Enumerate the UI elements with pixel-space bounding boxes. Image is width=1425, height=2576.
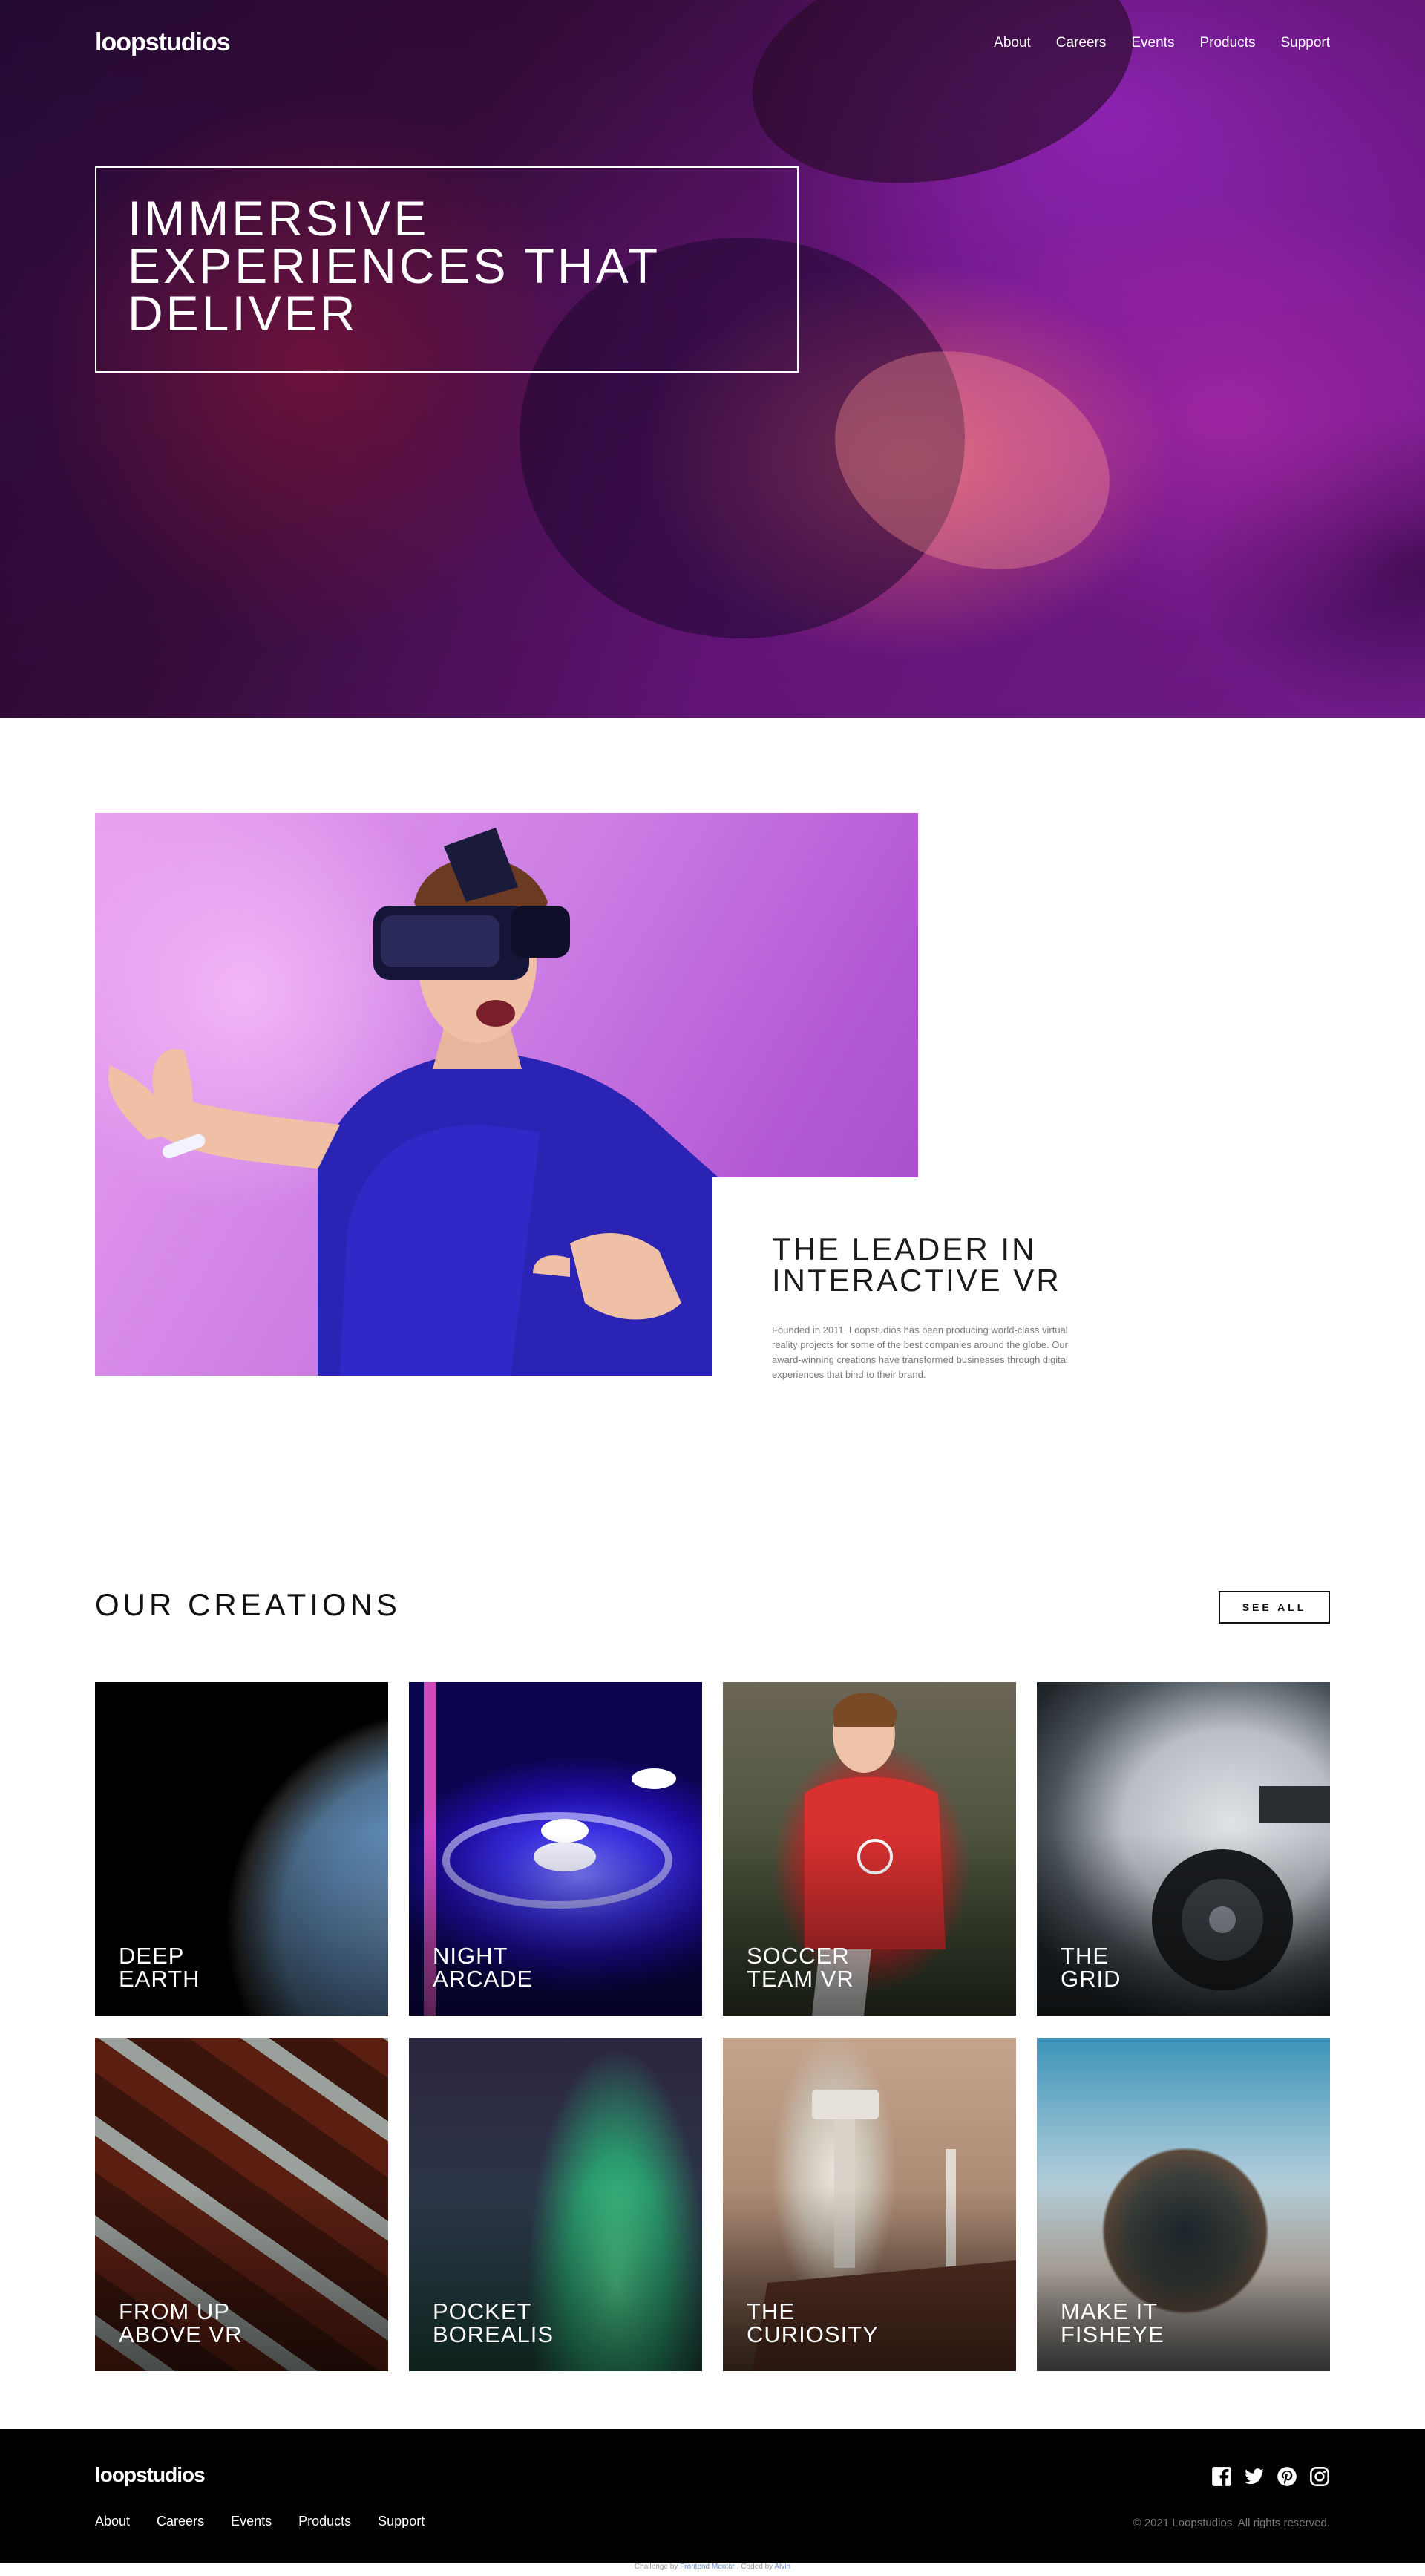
creation-card-night-arcade[interactable]: Night arcade bbox=[409, 1682, 702, 2016]
card-title-line: The bbox=[1061, 1943, 1109, 1969]
intro-text: Founded in 2011, Loopstudios has been pr… bbox=[772, 1324, 1068, 1380]
card-title-line: Pocket bbox=[433, 2298, 532, 2324]
intro-title-line: interactive VR bbox=[772, 1263, 1061, 1298]
creation-card-title: Soccer team VR bbox=[747, 1944, 854, 1990]
card-title-line: arcade bbox=[433, 1966, 534, 1992]
see-all-button[interactable]: See all bbox=[1219, 1591, 1330, 1624]
card-title-line: Night bbox=[433, 1943, 508, 1969]
creation-card-pocket-borealis[interactable]: Pocket borealis bbox=[409, 2038, 702, 2371]
creation-card-soccer-team-vr[interactable]: Soccer team VR bbox=[723, 1682, 1016, 2016]
attribution-prefix: Challenge by bbox=[634, 2563, 678, 2571]
card-title-line: Soccer bbox=[747, 1943, 850, 1969]
hero-title: Immersive experiences that deliver bbox=[128, 191, 764, 341]
creation-card-title: Pocket borealis bbox=[433, 2300, 554, 2346]
creation-card-title: Make it fisheye bbox=[1061, 2300, 1164, 2346]
creation-card-the-grid[interactable]: The grid bbox=[1037, 1682, 1330, 2016]
creation-card-deep-earth[interactable]: Deep earth bbox=[95, 1682, 388, 2016]
footer-logo[interactable]: loopstudios bbox=[95, 2463, 206, 2487]
hero-title-line: experiences that bbox=[128, 238, 661, 293]
card-title-line: From up bbox=[119, 2298, 230, 2324]
card-title-line: team VR bbox=[747, 1966, 854, 1992]
pinterest-icon[interactable] bbox=[1277, 2466, 1297, 2487]
card-title-line: earth bbox=[119, 1966, 200, 1992]
instagram-icon[interactable] bbox=[1309, 2466, 1330, 2487]
footer-link-careers[interactable]: Careers bbox=[157, 2514, 204, 2529]
creation-card-make-it-fisheye[interactable]: Make it fisheye bbox=[1037, 2038, 1330, 2371]
hero-title-box: Immersive experiences that deliver bbox=[95, 166, 799, 373]
copyright-text: © 2021 Loopstudios. All rights reserved. bbox=[1133, 2517, 1330, 2529]
main-nav: About Careers Events Products Support bbox=[969, 35, 1330, 51]
hero-title-line: deliver bbox=[128, 286, 358, 341]
card-title-line: fisheye bbox=[1061, 2321, 1164, 2347]
creation-card-title: Deep earth bbox=[119, 1944, 200, 1990]
creation-card-the-curiosity[interactable]: The curiosity bbox=[723, 2038, 1016, 2371]
footer-link-support[interactable]: Support bbox=[378, 2514, 425, 2529]
card-title-line: above VR bbox=[119, 2321, 243, 2347]
attribution-mid: . Coded by bbox=[736, 2563, 773, 2571]
nav-link-support[interactable]: Support bbox=[1280, 35, 1330, 51]
intro-card: The leader in interactive VR Founded in … bbox=[712, 1177, 1128, 1400]
card-title-line: Make it bbox=[1061, 2298, 1159, 2324]
creation-card-title: The curiosity bbox=[747, 2300, 879, 2346]
logo[interactable]: loopstudios bbox=[95, 28, 231, 57]
card-title-line: curiosity bbox=[747, 2321, 879, 2347]
card-title-line: borealis bbox=[433, 2321, 554, 2347]
intro-title-line: The leader in bbox=[772, 1232, 1037, 1266]
nav-link-careers[interactable]: Careers bbox=[1056, 35, 1107, 51]
footer-link-events[interactable]: Events bbox=[231, 2514, 272, 2529]
card-title-line: grid bbox=[1061, 1966, 1121, 1992]
intro-title: The leader in interactive VR bbox=[772, 1234, 1128, 1296]
nav-link-events[interactable]: Events bbox=[1131, 35, 1174, 51]
footer: loopstudios About Careers Events Product… bbox=[0, 2429, 1425, 2563]
hero-title-line: Immersive bbox=[128, 191, 430, 246]
card-title-line: Deep bbox=[119, 1943, 185, 1969]
hero-section: loopstudios About Careers Events Product… bbox=[0, 0, 1425, 718]
creation-card-title: Night arcade bbox=[433, 1944, 533, 1990]
footer-link-about[interactable]: About bbox=[95, 2514, 130, 2529]
attribution-fm-link[interactable]: Frontend Mentor bbox=[680, 2563, 735, 2571]
creations-heading: Our creations bbox=[95, 1587, 401, 1622]
card-title-line: The bbox=[747, 2298, 795, 2324]
attribution-author-link[interactable]: Alvin bbox=[774, 2563, 790, 2571]
nav-link-about[interactable]: About bbox=[994, 35, 1031, 51]
creation-card-title: The grid bbox=[1061, 1944, 1121, 1990]
creation-card-from-up-above-vr[interactable]: From up above VR bbox=[95, 2038, 388, 2371]
footer-link-products[interactable]: Products bbox=[298, 2514, 351, 2529]
creation-card-title: From up above VR bbox=[119, 2300, 243, 2346]
twitter-icon[interactable] bbox=[1244, 2466, 1265, 2487]
social-links bbox=[1199, 2466, 1330, 2487]
facebook-icon[interactable] bbox=[1211, 2466, 1232, 2487]
nav-link-products[interactable]: Products bbox=[1199, 35, 1255, 51]
footer-nav: About Careers Events Products Support bbox=[95, 2514, 451, 2529]
attribution: Challenge by Frontend Mentor . Coded by … bbox=[0, 2563, 1425, 2571]
